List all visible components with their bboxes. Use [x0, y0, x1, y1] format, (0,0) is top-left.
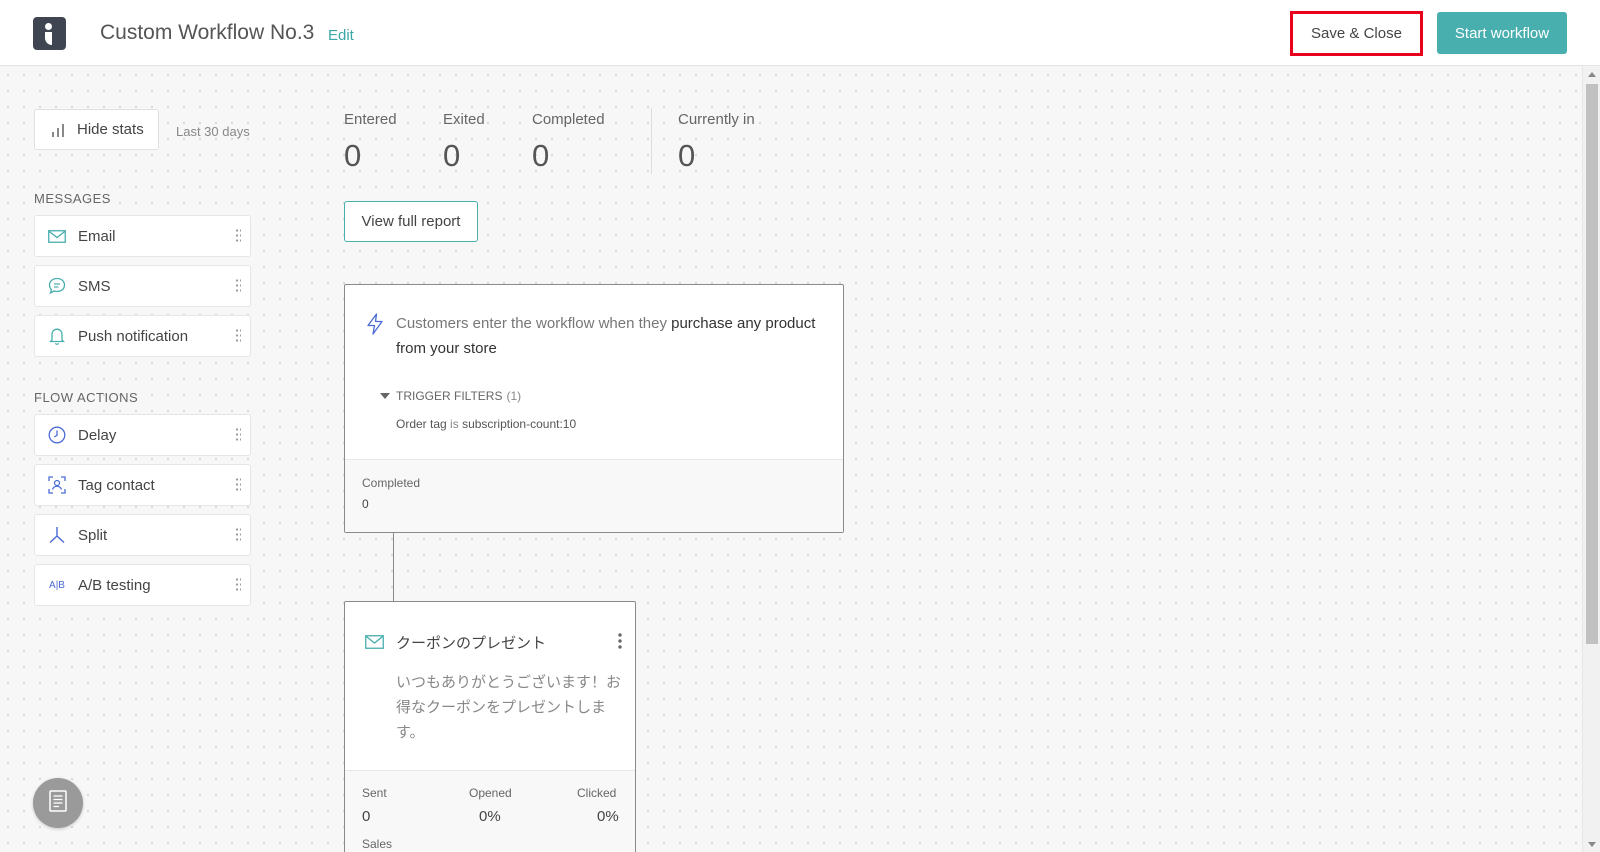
drag-handle-icon[interactable]	[235, 577, 241, 593]
mail-icon	[47, 226, 67, 246]
email-node[interactable]: クーポンのプレゼント いつもありがとうございます！お得なクーポンをプレゼントしま…	[344, 601, 636, 852]
messages-heading: MESSAGES	[34, 191, 111, 206]
palette-item-label: Email	[78, 227, 116, 245]
scrollbar-thumb[interactable]	[1586, 84, 1598, 644]
email-stats-footer: Sent 0 Opened 0% Clicked 0% Sales	[345, 770, 635, 852]
email-node-title: クーポンのプレゼント	[396, 635, 547, 652]
drag-handle-icon[interactable]	[235, 228, 241, 244]
drag-handle-icon[interactable]	[235, 278, 241, 294]
bar-chart-icon	[51, 123, 65, 137]
completed-label: Completed	[532, 111, 605, 128]
exited-label: Exited	[443, 111, 485, 128]
kebab-menu-icon[interactable]	[618, 632, 622, 649]
caret-down-icon	[380, 393, 390, 399]
sent-value: 0	[362, 808, 371, 825]
edit-title-link[interactable]: Edit	[328, 27, 354, 44]
palette-item-sms[interactable]: SMS	[34, 265, 251, 307]
entered-label: Entered	[344, 111, 397, 128]
filter-value: subscription-count:10	[462, 417, 577, 431]
filter-operator: is	[450, 417, 459, 431]
top-header: Custom Workflow No.3 Edit Save & Close S…	[0, 0, 1600, 66]
sales-label: Sales	[362, 837, 393, 851]
palette-item-ab-testing[interactable]: A|B A/B testing	[34, 564, 251, 606]
drag-handle-icon[interactable]	[235, 328, 241, 344]
clicked-value: 0%	[597, 808, 619, 825]
completed-value: 0	[532, 138, 550, 173]
vertical-scrollbar[interactable]	[1582, 67, 1600, 852]
palette-item-label: Tag contact	[78, 476, 155, 494]
ab-testing-icon: A|B	[49, 579, 65, 591]
clock-icon	[47, 425, 67, 445]
opened-value: 0%	[479, 808, 501, 825]
opened-label: Opened	[469, 786, 512, 800]
entered-value: 0	[344, 138, 362, 173]
palette-item-push-notification[interactable]: Push notification	[34, 315, 251, 357]
workflow-title: Custom Workflow No.3	[100, 21, 315, 44]
drag-handle-icon[interactable]	[235, 527, 241, 543]
exited-value: 0	[443, 138, 461, 173]
currently-in-value: 0	[678, 138, 696, 173]
trigger-completed-label: Completed	[362, 476, 421, 490]
clicked-label: Clicked	[577, 786, 617, 800]
document-icon	[48, 789, 68, 817]
palette-item-delay[interactable]: Delay	[34, 414, 251, 456]
trigger-filters-count: (1)	[506, 389, 522, 403]
start-workflow-button[interactable]: Start workflow	[1437, 12, 1567, 54]
logo-icon[interactable]	[33, 17, 66, 50]
scroll-down-arrow-icon[interactable]	[1588, 842, 1596, 847]
trigger-filter-condition: Order tag is subscription-count:10	[396, 417, 576, 431]
palette-item-label: Push notification	[78, 327, 189, 345]
mail-icon	[365, 635, 384, 654]
email-node-preview: いつもありがとうございます！お得なクーポンをプレゼントします。	[396, 674, 622, 741]
hide-stats-label: Hide stats	[77, 121, 144, 138]
palette-item-tag-contact[interactable]: Tag contact	[34, 464, 251, 506]
chat-bubble-icon	[47, 276, 67, 296]
trigger-node[interactable]: Customers enter the workflow when they p…	[344, 284, 844, 533]
palette-item-email[interactable]: Email	[34, 215, 251, 257]
stats-divider	[651, 108, 652, 174]
flow-actions-heading: FLOW ACTIONS	[34, 390, 139, 405]
bell-icon	[47, 326, 67, 346]
trigger-completed-value: 0	[362, 497, 369, 511]
trigger-filters-label: TRIGGER FILTERS	[396, 389, 503, 403]
save-close-button[interactable]: Save & Close	[1290, 11, 1423, 56]
documentation-button[interactable]	[33, 778, 83, 828]
palette-item-label: SMS	[78, 277, 111, 295]
flow-connector-line	[393, 533, 394, 602]
trigger-filters-toggle[interactable]: TRIGGER FILTERS (1)	[380, 389, 521, 403]
stats-period-label: Last 30 days	[176, 124, 250, 139]
palette-item-label: A/B testing	[78, 576, 151, 594]
currently-in-label: Currently in	[678, 111, 755, 128]
scroll-up-arrow-icon[interactable]	[1588, 72, 1596, 77]
view-full-report-button[interactable]: View full report	[344, 201, 478, 242]
lightning-bolt-icon	[366, 313, 384, 335]
trigger-text-pre: Customers enter the workflow when they	[396, 315, 672, 332]
palette-item-label: Split	[78, 526, 108, 544]
trigger-stats-footer: Completed 0	[345, 459, 843, 532]
hide-stats-button[interactable]: Hide stats	[34, 109, 159, 150]
palette-item-split[interactable]: Split	[34, 514, 251, 556]
palette-item-label: Delay	[78, 426, 117, 444]
tag-contact-icon	[47, 475, 67, 495]
split-icon	[47, 525, 67, 545]
trigger-description: Customers enter the workflow when they p…	[396, 311, 826, 361]
sent-label: Sent	[362, 786, 387, 800]
filter-field: Order tag	[396, 417, 447, 431]
drag-handle-icon[interactable]	[235, 477, 241, 493]
drag-handle-icon[interactable]	[235, 427, 241, 443]
